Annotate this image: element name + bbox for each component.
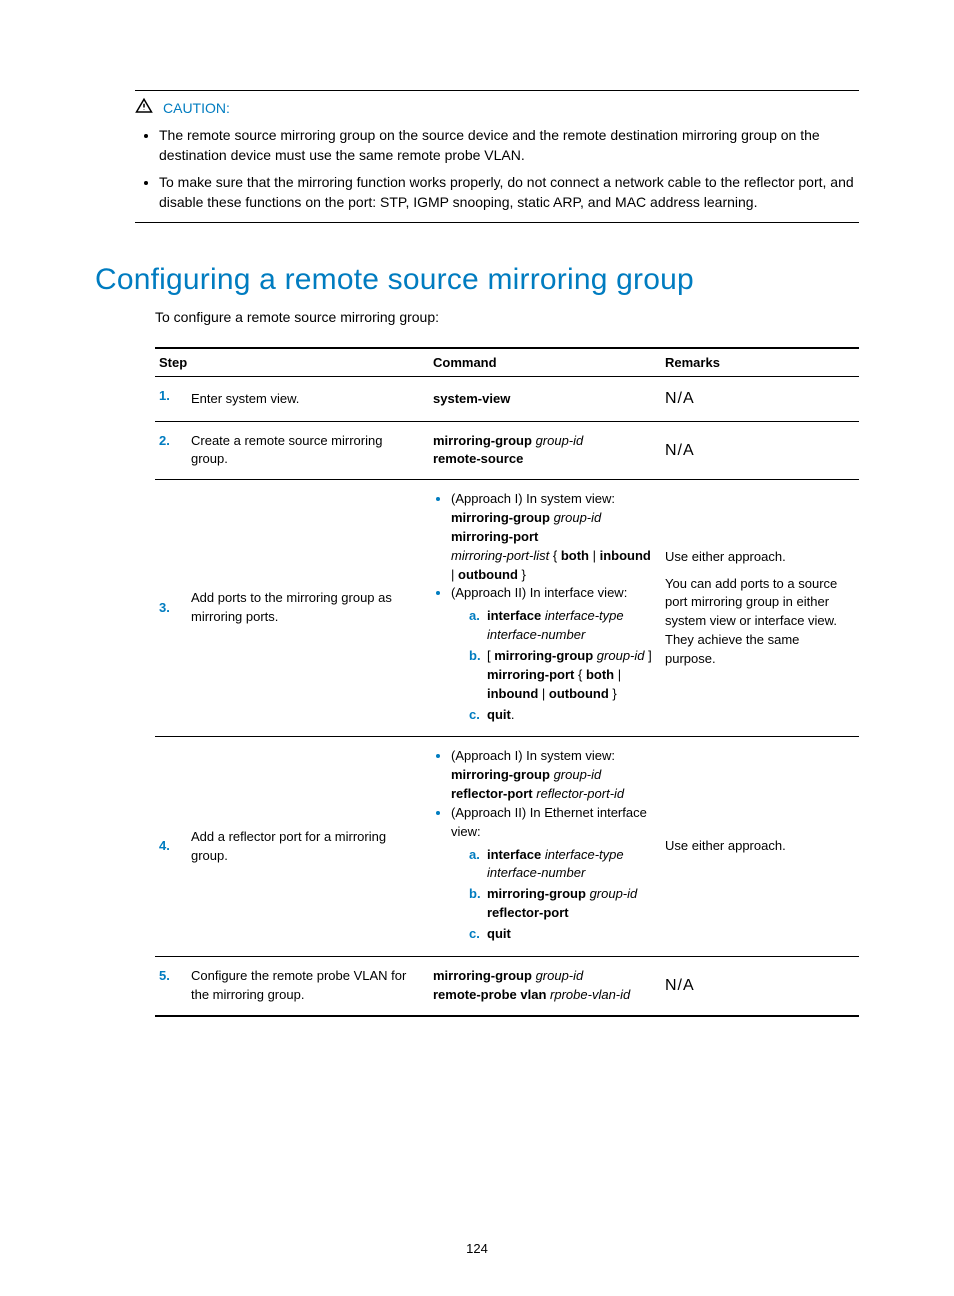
table-row: 5. Configure the remote probe VLAN for t…	[155, 956, 859, 1015]
approach-item: (Approach I) In system view: mirroring-g…	[451, 747, 653, 804]
step-command: (Approach I) In system view: mirroring-g…	[429, 737, 661, 956]
step-desc: Create a remote source mirroring group.	[187, 421, 429, 480]
step-command: mirroring-group group-id remote-source	[429, 421, 661, 480]
caution-item: The remote source mirroring group on the…	[159, 122, 859, 169]
table-row: 1. Enter system view. system-view N/A	[155, 377, 859, 421]
step-number: 5.	[155, 956, 187, 1015]
step-desc: Add ports to the mirroring group as mirr…	[187, 480, 429, 737]
steps-table: Step Command Remarks 1. Enter system vie…	[155, 347, 859, 1016]
substep: b.[ mirroring-group group-id ] mirroring…	[469, 647, 653, 704]
col-remarks: Remarks	[661, 348, 859, 377]
page-number: 124	[0, 1241, 954, 1256]
step-remarks: N/A	[661, 956, 859, 1015]
caution-box: CAUTION: The remote source mirroring gro…	[135, 90, 859, 223]
substep: a.interface interface-type interface-num…	[469, 607, 653, 645]
step-desc: Configure the remote probe VLAN for the …	[187, 956, 429, 1015]
caution-item: To make sure that the mirroring function…	[159, 169, 859, 216]
caution-header: CAUTION:	[135, 97, 859, 118]
step-number: 2.	[155, 421, 187, 480]
step-desc: Add a reflector port for a mirroring gro…	[187, 737, 429, 956]
substep: b.mirroring-group group-id reflector-por…	[469, 885, 653, 923]
intro-text: To configure a remote source mirroring g…	[155, 309, 859, 325]
approach-item: (Approach II) In Ethernet interface view…	[451, 804, 653, 944]
step-remarks: Use either approach. You can add ports t…	[661, 480, 859, 737]
step-command: (Approach I) In system view: mirroring-g…	[429, 480, 661, 737]
table-row: 2. Create a remote source mirroring grou…	[155, 421, 859, 480]
table-row: 3. Add ports to the mirroring group as m…	[155, 480, 859, 737]
col-step: Step	[155, 348, 429, 377]
step-desc: Enter system view.	[187, 377, 429, 421]
substep: a.interface interface-type interface-num…	[469, 846, 653, 884]
substep: c.quit	[469, 925, 653, 944]
step-number: 3.	[155, 480, 187, 737]
caution-label: CAUTION:	[163, 100, 230, 116]
substep: c.quit.	[469, 706, 653, 725]
section-title: Configuring a remote source mirroring gr…	[95, 263, 859, 297]
table-row: 4. Add a reflector port for a mirroring …	[155, 737, 859, 956]
step-remarks: Use either approach.	[661, 737, 859, 956]
step-command: mirroring-group group-id remote-probe vl…	[429, 956, 661, 1015]
step-command: system-view	[429, 377, 661, 421]
step-remarks: N/A	[661, 421, 859, 480]
approach-item: (Approach I) In system view: mirroring-g…	[451, 490, 653, 584]
step-number: 1.	[155, 377, 187, 421]
col-command: Command	[429, 348, 661, 377]
approach-item: (Approach II) In interface view: a.inter…	[451, 584, 653, 724]
caution-list: The remote source mirroring group on the…	[135, 122, 859, 216]
caution-icon	[135, 97, 153, 118]
step-remarks: N/A	[661, 377, 859, 421]
step-number: 4.	[155, 737, 187, 956]
